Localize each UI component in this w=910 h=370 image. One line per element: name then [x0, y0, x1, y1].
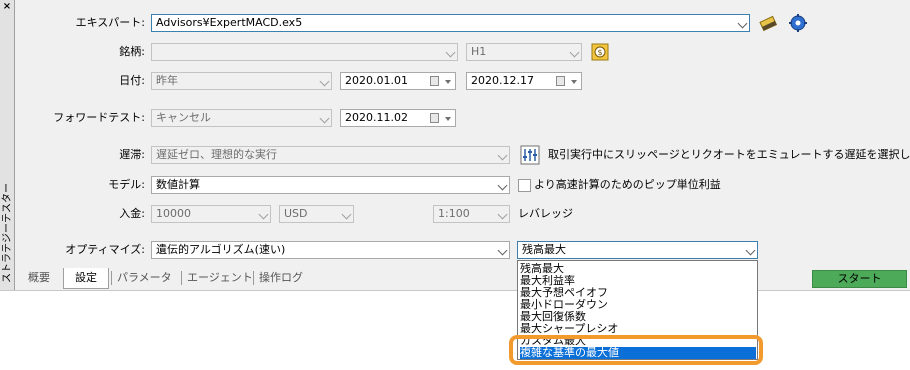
chevron-down-icon — [745, 245, 756, 256]
forward-test-select[interactable]: キャンセル — [151, 109, 332, 127]
chevron-down-icon[interactable] — [445, 117, 451, 121]
pips-profit-checkbox[interactable] — [518, 179, 531, 192]
period-value: H1 — [471, 45, 487, 58]
optimize-method-value: 遺伝的アルゴリズム(速い) — [156, 243, 286, 256]
tester-sidebar: × ストラテジーテスター — [0, 0, 15, 290]
close-icon[interactable]: × — [2, 2, 12, 12]
tab-separator — [253, 271, 254, 285]
forward-mode-value: キャンセル — [156, 111, 211, 124]
optimize-criterion-select[interactable]: 残高最大 — [517, 241, 758, 259]
tab-overview[interactable]: 概要 — [28, 268, 58, 288]
chevron-down-icon — [497, 245, 508, 256]
delay-description: 取引実行中にスリッページとリクオートをエミュレートする遅延を選択します — [548, 148, 910, 161]
chevron-down-icon — [341, 209, 352, 220]
currency-value: USD — [284, 207, 308, 220]
criterion-option[interactable]: 最大利益率 — [520, 275, 756, 287]
edit-expert-icon[interactable] — [758, 13, 778, 33]
panel-title: ストラテジーテスター — [2, 183, 13, 283]
deposit-amount-select[interactable]: 10000 — [151, 205, 271, 223]
date-to-field[interactable]: 2020.12.17 — [466, 72, 582, 90]
model-label: モデル: — [108, 178, 145, 191]
optimize-method-select[interactable]: 遺伝的アルゴリズム(速い) — [151, 241, 510, 259]
expert-value: Advisors¥ExpertMACD.ex5 — [156, 16, 303, 29]
tester-tabs: 概要 設定 パラメータ エージェント 操作ログ — [15, 268, 910, 290]
calendar-icon[interactable] — [556, 76, 565, 86]
svg-text:$: $ — [597, 48, 602, 57]
expert-select[interactable]: Advisors¥ExpertMACD.ex5 — [151, 14, 750, 32]
date-mode-value: 昨年 — [156, 74, 178, 87]
gear-icon[interactable] — [788, 13, 808, 33]
chevron-down-icon — [497, 180, 508, 191]
delay-value: 遅延ゼロ、理想的な実行 — [156, 148, 277, 161]
optimize-criterion-value: 残高最大 — [522, 243, 566, 256]
delay-label: 遅滞: — [119, 148, 145, 161]
leverage-label: レバレッジ — [518, 207, 573, 220]
criterion-option[interactable]: 最大回復係数 — [520, 311, 756, 323]
pips-profit-label: より高速計算のためのピップ単位利益 — [534, 178, 721, 191]
forward-date-field[interactable]: 2020.11.02 — [340, 109, 456, 127]
start-button[interactable]: スタート — [812, 270, 907, 288]
tab-settings[interactable]: 設定 — [63, 268, 109, 289]
period-select[interactable]: H1 — [466, 43, 582, 61]
date-from-field[interactable]: 2020.01.01 — [340, 72, 456, 90]
strategy-tester-panel: × ストラテジーテスター エキスパート: Advisors¥ExpertMACD… — [0, 0, 910, 291]
chevron-down-icon — [445, 47, 456, 58]
deposit-label: 入金: — [119, 207, 145, 220]
chevron-down-icon — [569, 47, 580, 58]
chevron-down-icon — [319, 76, 330, 87]
calendar-icon[interactable] — [430, 76, 439, 86]
tab-parameters[interactable]: パラメータ — [117, 268, 177, 288]
model-select[interactable]: 数値計算 — [151, 176, 510, 194]
symbol-properties-icon[interactable]: $ — [590, 42, 610, 62]
delay-settings-icon[interactable] — [520, 145, 540, 165]
highlight-annotation — [509, 335, 763, 365]
date-label: 日付: — [119, 74, 145, 87]
expert-label: エキスパート: — [75, 16, 145, 29]
calendar-icon[interactable] — [430, 113, 439, 123]
model-value: 数値計算 — [156, 178, 200, 191]
forward-test-label: フォワードテスト: — [53, 111, 145, 124]
tab-separator — [181, 271, 182, 285]
chevron-down-icon — [737, 18, 748, 29]
chevron-down-icon — [497, 150, 508, 161]
symbol-select[interactable] — [151, 43, 458, 61]
leverage-select[interactable]: 1:100 — [433, 205, 510, 223]
date-range-select[interactable]: 昨年 — [151, 72, 332, 90]
criterion-option[interactable]: 最大予想ペイオフ — [520, 287, 756, 299]
criterion-option[interactable]: 残高最大 — [520, 263, 756, 275]
currency-select[interactable]: USD — [279, 205, 354, 223]
tab-journal[interactable]: 操作ログ — [259, 268, 315, 288]
symbol-label: 銘柄: — [119, 45, 145, 58]
optimize-label: オプティマイズ: — [65, 243, 145, 256]
leverage-value: 1:100 — [438, 207, 470, 220]
criterion-option[interactable]: 最小ドローダウン — [520, 299, 756, 311]
chevron-down-icon[interactable] — [571, 80, 577, 84]
chevron-down-icon — [319, 113, 330, 124]
criterion-option[interactable]: 最大シャープレシオ — [520, 323, 756, 335]
chevron-down-icon[interactable] — [445, 80, 451, 84]
chevron-down-icon — [258, 209, 269, 220]
tab-separator — [111, 271, 112, 285]
delay-select[interactable]: 遅延ゼロ、理想的な実行 — [151, 146, 510, 164]
tab-agents[interactable]: エージェント — [187, 268, 253, 288]
deposit-amount-value: 10000 — [156, 207, 191, 220]
chevron-down-icon — [497, 209, 508, 220]
